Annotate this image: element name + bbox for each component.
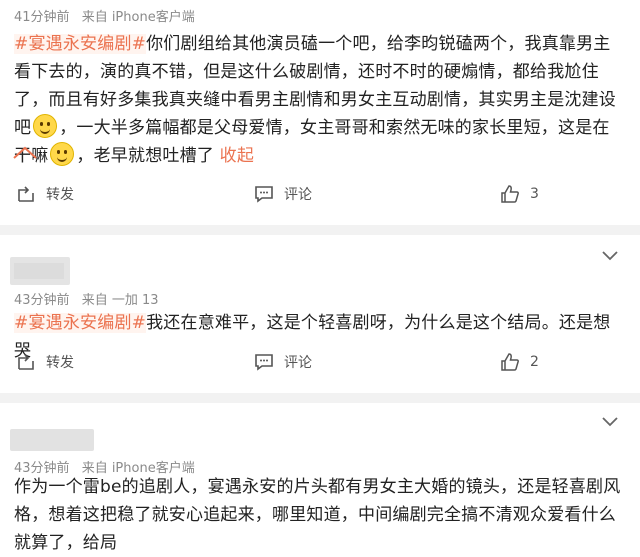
post-text-content: 作为一个雷be的追剧人，宴遇永安的片头都有男女主大婚的镜头，还是轻喜剧风格，想着… xyxy=(14,477,621,553)
grin-emoji xyxy=(50,142,75,166)
chevron-down-icon[interactable] xyxy=(602,251,618,261)
like-button[interactable]: 3 xyxy=(500,182,539,206)
post-meta: 41分钟前 来自 iPhone客户端 xyxy=(14,6,203,25)
like-icon xyxy=(501,353,519,371)
comment-icon xyxy=(255,354,273,371)
repost-label: 转发 xyxy=(46,355,74,371)
post-source: 来自 iPhone客户端 xyxy=(81,10,195,25)
post-text: #宴遇永安编剧#你们剧组给其他演员磕一个吧，给李昀锐磕两个，我真靠男主看下去的，… xyxy=(14,30,626,170)
comment-label: 评论 xyxy=(284,355,312,371)
topic-tag[interactable]: #宴遇永安编剧# xyxy=(14,34,147,54)
like-count: 3 xyxy=(530,186,539,202)
separator xyxy=(0,393,640,403)
post-text-part3: ，老早就想吐槽了 xyxy=(76,146,215,166)
comment-button[interactable]: 评论 xyxy=(254,182,312,206)
comment-icon xyxy=(255,186,273,203)
like-count: 2 xyxy=(530,354,539,370)
repost-label: 转发 xyxy=(46,187,74,203)
repost-icon xyxy=(18,354,34,370)
post-time: 43分钟前 xyxy=(14,293,70,308)
user-name[interactable] xyxy=(14,263,64,279)
repost-button[interactable]: 转发 xyxy=(16,350,74,374)
collapse-link[interactable]: 收起 xyxy=(220,146,254,166)
post-actions: 转发 评论 2 xyxy=(0,350,640,374)
post-1: 41分钟前 来自 iPhone客户端 #宴遇永安编剧#你们剧组给其他演员磕一个吧… xyxy=(0,0,640,225)
like-button[interactable]: 2 xyxy=(500,350,539,374)
post-meta: 43分钟前 来自 一加 13 xyxy=(14,289,167,308)
post-time: 41分钟前 xyxy=(14,10,70,25)
separator xyxy=(0,225,640,235)
comment-button[interactable]: 评论 xyxy=(254,350,312,374)
repost-icon xyxy=(18,186,34,202)
post-2: 43分钟前 来自 一加 13 #宴遇永安编剧#我还在意难平，这是个轻喜剧呀，为什… xyxy=(0,235,640,393)
chevron-up-icon[interactable] xyxy=(10,144,40,162)
chevron-down-icon[interactable] xyxy=(602,417,618,427)
post-actions: 转发 评论 3 xyxy=(0,182,640,206)
like-icon xyxy=(501,185,519,203)
post-text: 作为一个雷be的追剧人，宴遇永安的片头都有男女主大婚的镜头，还是轻喜剧风格，想着… xyxy=(14,473,626,557)
avatar[interactable] xyxy=(10,429,94,451)
post-3: 43分钟前 来自 iPhone客户端 作为一个雷be的追剧人，宴遇永安的片头都有… xyxy=(0,403,640,553)
post-source: 来自 一加 13 xyxy=(81,293,159,308)
comment-label: 评论 xyxy=(284,187,312,203)
smile-emoji xyxy=(33,114,58,138)
topic-tag[interactable]: #宴遇永安编剧# xyxy=(14,313,147,333)
repost-button[interactable]: 转发 xyxy=(16,182,74,206)
